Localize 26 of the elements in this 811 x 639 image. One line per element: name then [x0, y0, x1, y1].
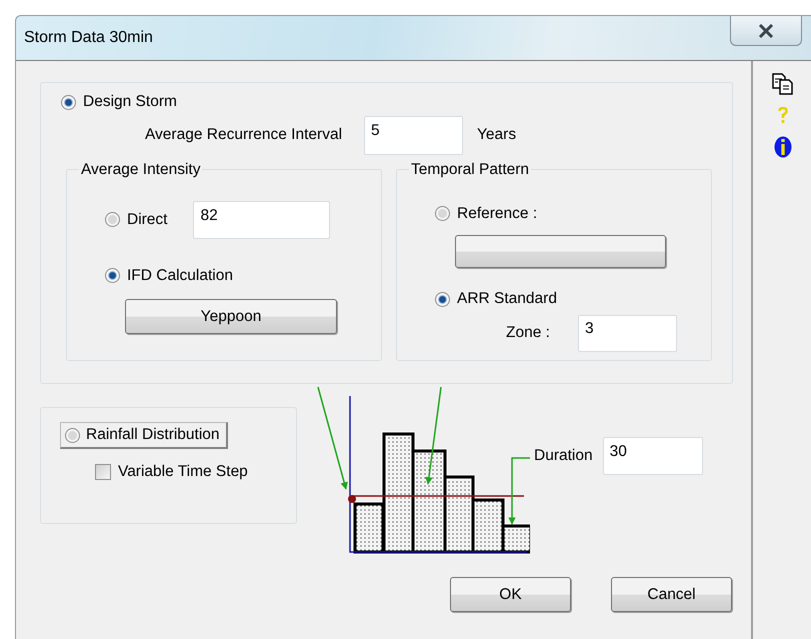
location-button[interactable]: Yeppoon — [125, 299, 337, 334]
radio-button[interactable]: IFD Calculation — [105, 266, 233, 284]
info-icon[interactable] — [774, 136, 792, 158]
radio-button[interactable]: Reference : — [435, 204, 538, 222]
close-button[interactable] — [730, 16, 802, 46]
cancel-button[interactable]: Cancel — [611, 577, 732, 612]
ok-button[interactable]: OK — [450, 577, 571, 612]
radio-button[interactable]: Design Storm — [61, 93, 177, 111]
recurrence-field[interactable]: 5 — [364, 116, 464, 154]
variable-time-step-checkbox[interactable]: Variable Time Step — [95, 463, 296, 481]
rainfall-distribution-button[interactable]: Rainfall Distribution — [60, 422, 228, 449]
group-title: Average Intensity — [80, 160, 202, 178]
intensity-field[interactable]: 82 — [193, 200, 330, 238]
radio-button[interactable]: ARR Standard — [435, 290, 557, 308]
close-icon — [758, 24, 774, 38]
recurrence-label: Average Recurrence Interval — [145, 126, 342, 144]
radio-button[interactable]: Direct — [105, 210, 168, 228]
zone-label: Zone : — [506, 324, 550, 342]
duration-label: Duration — [534, 447, 593, 465]
window-title: Storm Data 30min — [24, 29, 153, 47]
zone-field[interactable]: 3 — [578, 314, 677, 352]
group-title: Temporal Pattern — [410, 160, 530, 178]
reference-button[interactable] — [455, 235, 666, 268]
years-label: Years — [477, 126, 516, 144]
duration-field[interactable]: 30 — [602, 437, 703, 475]
copy-icon[interactable] — [772, 73, 794, 95]
